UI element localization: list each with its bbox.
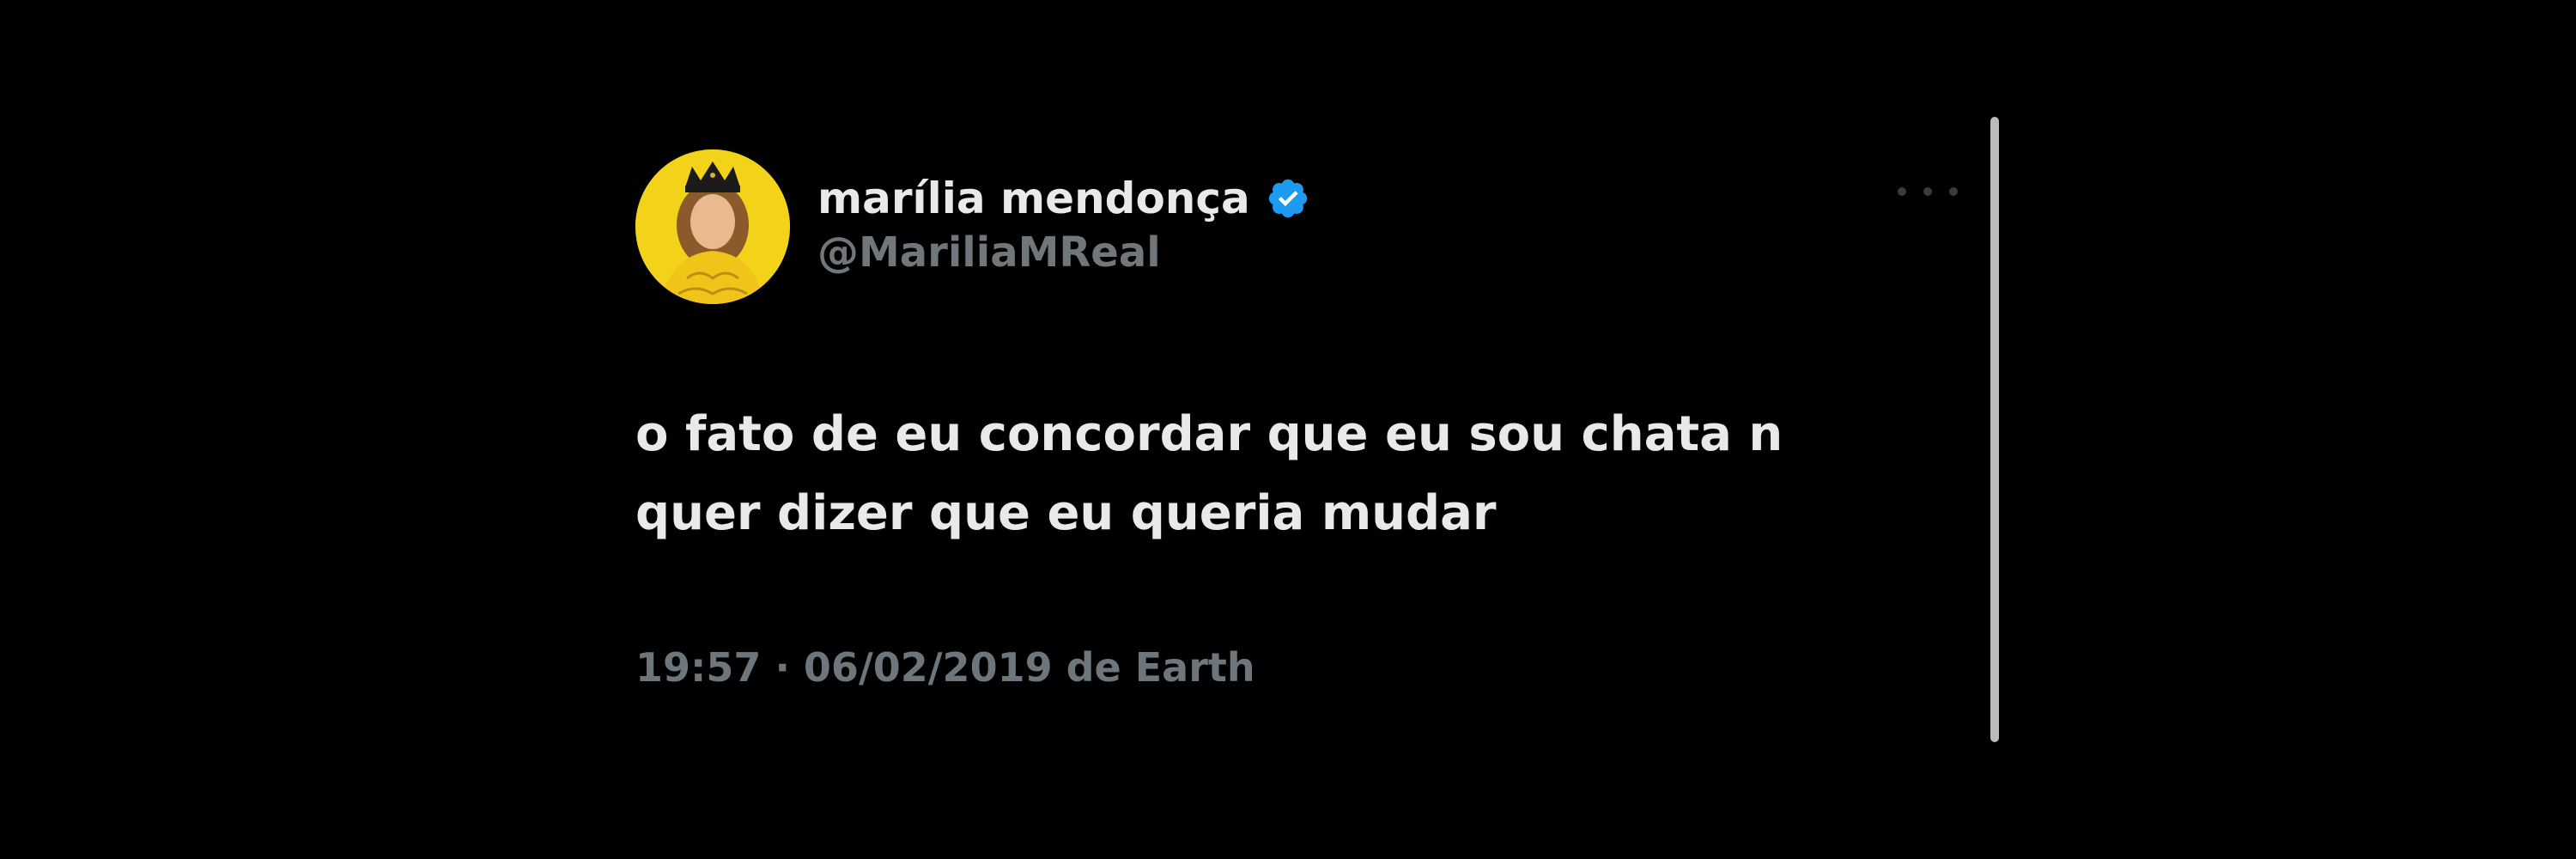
author-handle[interactable]: @MariliaMReal (817, 228, 1310, 277)
tweet-header: marília mendonça @MariliaMReal (817, 170, 1310, 277)
more-dot (1923, 187, 1932, 196)
tweet-timestamp[interactable]: 19:57 · 06/02/2019 de Earth (635, 644, 1255, 691)
tweet-card: marília mendonça @MariliaMReal o fato de… (635, 137, 1958, 739)
avatar[interactable] (635, 149, 790, 304)
scrollbar[interactable] (1990, 117, 1999, 742)
author-display-name[interactable]: marília mendonça (817, 174, 1250, 223)
more-dot (1898, 187, 1906, 196)
name-row: marília mendonça (817, 170, 1310, 227)
more-options-icon[interactable] (1898, 179, 1958, 204)
verified-badge-icon (1266, 176, 1310, 221)
avatar-photo-icon (635, 149, 790, 304)
tweet-text: o fato de eu concordar que eu sou chata … (635, 406, 1783, 541)
more-dot (1949, 187, 1958, 196)
